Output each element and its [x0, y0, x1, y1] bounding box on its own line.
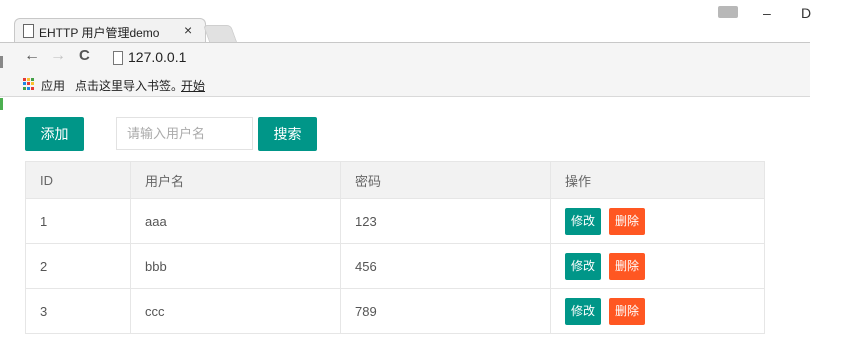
minimize-icon[interactable]: – — [763, 5, 771, 21]
window-edge — [0, 98, 3, 110]
cell-username: aaa — [130, 198, 341, 244]
search-input[interactable] — [116, 117, 253, 150]
user-icon[interactable] — [718, 6, 738, 18]
header-username: 用户名 — [130, 161, 341, 199]
cell-username: bbb — [130, 243, 341, 289]
cell-password: 789 — [340, 288, 551, 334]
address-bar[interactable]: 127.0.0.1 — [128, 49, 186, 65]
edit-button[interactable]: 修改 — [565, 252, 602, 280]
delete-button[interactable]: 删除 — [609, 207, 646, 235]
header-id: ID — [25, 161, 131, 199]
forward-arrow-icon[interactable]: → — [50, 47, 66, 65]
cell-actions: 修改 删除 — [550, 288, 765, 334]
cell-actions: 修改 删除 — [550, 198, 765, 244]
search-button[interactable]: 搜索 — [258, 117, 317, 151]
reload-icon[interactable]: C — [79, 47, 90, 64]
edit-button[interactable]: 修改 — [565, 297, 602, 325]
close-icon[interactable]: × — [184, 22, 192, 38]
add-button[interactable]: 添加 — [25, 117, 84, 151]
back-arrow-icon[interactable]: ← — [24, 47, 40, 65]
browser-toolbar: ← → C 127.0.0.1 — [0, 42, 810, 73]
user-table: ID 用户名 密码 操作 1 aaa 123 修改 删除 2 bbb 456 修改… — [25, 161, 765, 334]
table-row: 1 aaa 123 修改 删除 — [25, 198, 765, 244]
cell-password: 456 — [340, 243, 551, 289]
bookmark-import-link[interactable]: 点击这里导入书签。 — [75, 77, 183, 94]
delete-button[interactable]: 删除 — [609, 297, 646, 325]
browser-tab[interactable]: EHTTP 用户管理demo × — [14, 18, 206, 43]
bookmark-start-link[interactable]: 开始 — [181, 77, 205, 94]
page-icon — [23, 24, 34, 38]
cell-password: 123 — [340, 198, 551, 244]
edit-button[interactable]: 修改 — [565, 207, 602, 235]
cell-id: 3 — [25, 288, 131, 334]
browser-tab-bar: EHTTP 用户管理demo × – D — [0, 0, 811, 43]
cell-id: 2 — [25, 243, 131, 289]
delete-button[interactable]: 删除 — [609, 252, 646, 280]
tab-title: EHTTP 用户管理demo — [39, 26, 160, 40]
bookmarks-bar: 应用 点击这里导入书签。 开始 — [0, 73, 810, 97]
window-edge — [0, 56, 3, 68]
page-icon — [113, 51, 123, 65]
cell-actions: 修改 删除 — [550, 243, 765, 289]
table-row: 3 ccc 789 修改 删除 — [25, 288, 765, 334]
header-actions: 操作 — [550, 161, 765, 199]
table-header-row: ID 用户名 密码 操作 — [25, 161, 765, 199]
cell-id: 1 — [25, 198, 131, 244]
new-tab-button[interactable] — [202, 25, 238, 42]
header-password: 密码 — [340, 161, 551, 199]
window-close-button[interactable]: D — [801, 5, 811, 21]
apps-grid-icon[interactable] — [23, 78, 35, 90]
table-row: 2 bbb 456 修改 删除 — [25, 243, 765, 289]
bookmark-apps[interactable]: 应用 — [41, 77, 65, 94]
cell-username: ccc — [130, 288, 341, 334]
